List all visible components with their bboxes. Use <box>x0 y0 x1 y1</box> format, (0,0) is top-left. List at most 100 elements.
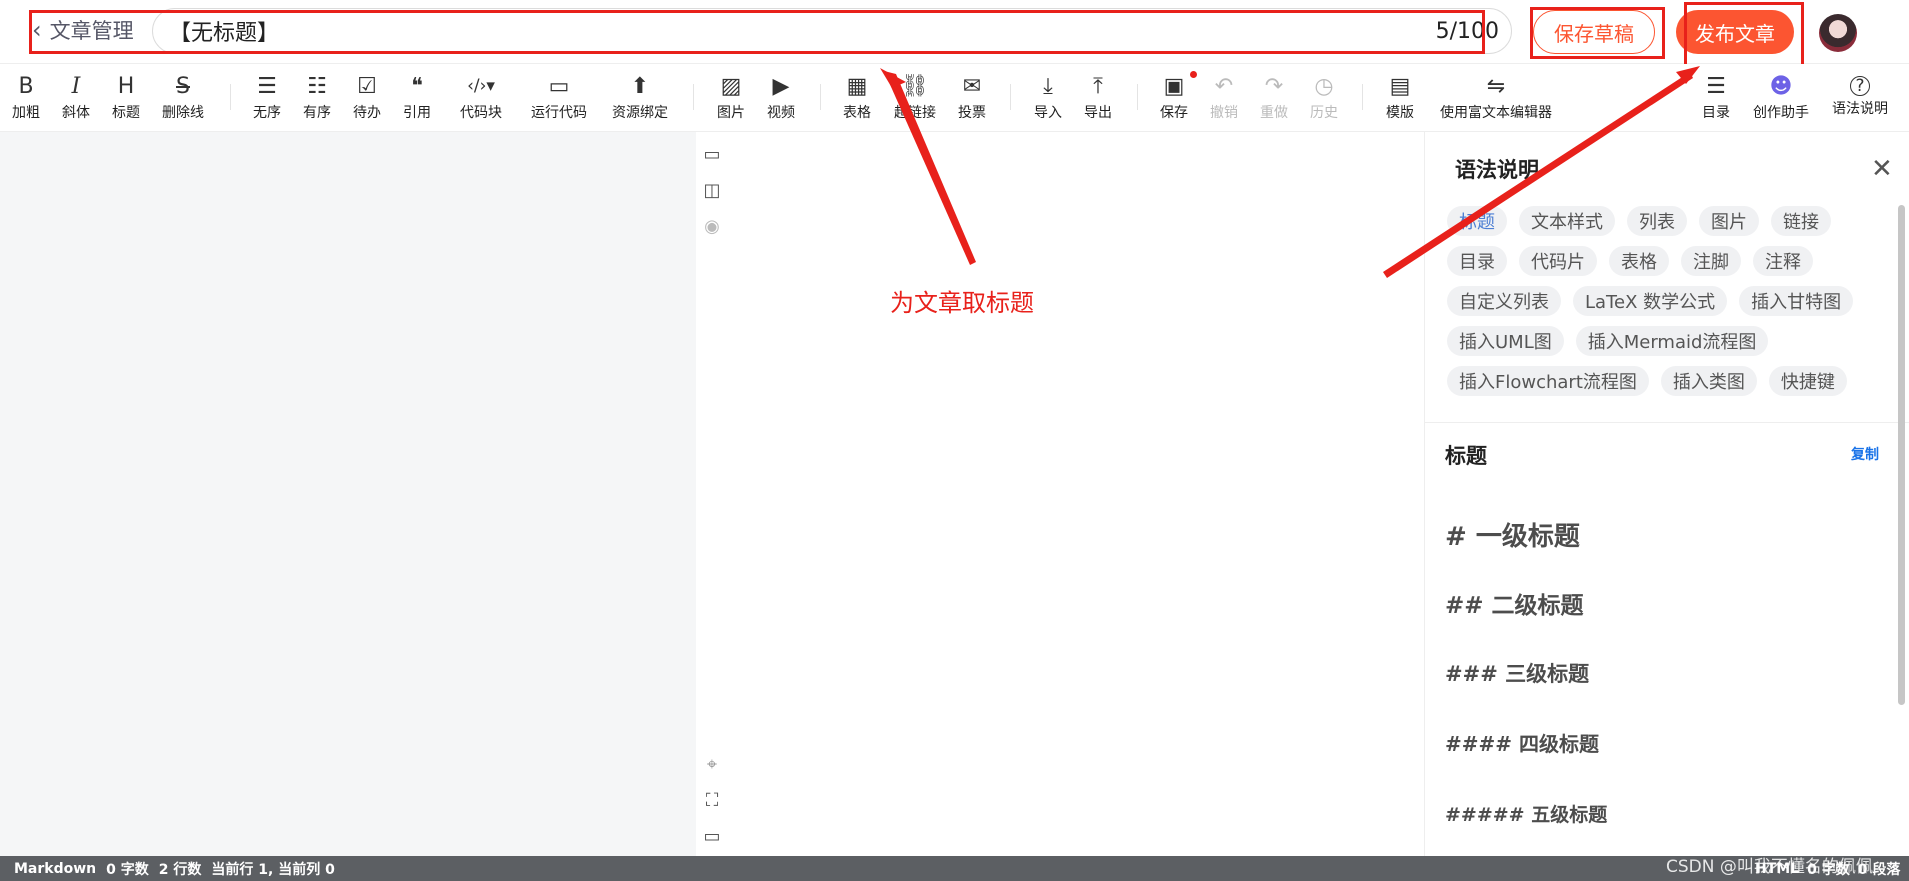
toolbar-divider <box>820 84 821 110</box>
todo-icon: ☑ <box>357 73 377 99</box>
toolbar-quote[interactable]: ❝ 引用 <box>388 72 446 122</box>
fullscreen-icon[interactable]: ⛶ <box>702 790 722 811</box>
syntax-tag[interactable]: 代码片 <box>1519 246 1597 276</box>
user-avatar[interactable] <box>1819 14 1857 52</box>
article-title-value: 【无标题】 <box>169 21 280 46</box>
ordered-list-icon: ☷ <box>307 73 327 99</box>
panel-divider <box>1425 422 1909 423</box>
video-icon: ▶ <box>772 73 790 99</box>
toolbar-export[interactable]: ⤒ 导出 <box>1069 72 1127 122</box>
toolbar-label: 历史 <box>1310 105 1338 121</box>
syntax-tag[interactable]: 链接 <box>1771 206 1831 236</box>
toolbar-toc[interactable]: ☰ 目录 <box>1687 72 1745 122</box>
heading-example-3: ### 三级标题 <box>1445 662 1590 686</box>
preview-area <box>696 132 1424 856</box>
template-icon: ▤ <box>1389 73 1411 99</box>
syntax-tag[interactable]: 列表 <box>1627 206 1687 236</box>
undo-icon: ↶ <box>1214 73 1234 99</box>
status-bar: Markdown 0 字数 2 行数 当前行 1, 当前列 0 <box>0 856 1909 881</box>
markdown-editor-area[interactable] <box>0 132 696 856</box>
eye-icon[interactable]: ◉ <box>702 216 722 237</box>
toolbar-label: 加粗 <box>12 105 40 121</box>
quote-icon: ❝ <box>411 73 423 99</box>
italic-icon: I <box>71 73 81 99</box>
toolbar-run-code[interactable]: ▭ 运行代码 <box>530 72 588 122</box>
toolbar-history[interactable]: ◷ 历史 <box>1295 72 1353 122</box>
syntax-tag[interactable]: 表格 <box>1609 246 1669 276</box>
toolbar-divider <box>1137 84 1138 110</box>
toolbar-label: 导入 <box>1034 105 1062 121</box>
import-icon: ⤓ <box>1043 73 1053 99</box>
heading-icon: H <box>117 73 135 99</box>
copy-button[interactable]: 复制 <box>1851 444 1879 464</box>
article-title-input[interactable]: 【无标题】 5/100 <box>152 8 1512 54</box>
syntax-tag[interactable]: 图片 <box>1699 206 1759 236</box>
toolbar-vote[interactable]: ✉ 投票 <box>943 72 1001 122</box>
toolbar-heading[interactable]: H 标题 <box>97 72 155 122</box>
syntax-tag[interactable]: 快捷键 <box>1768 366 1847 396</box>
syntax-tag[interactable]: LaTeX 数学公式 <box>1573 286 1728 316</box>
syntax-tag[interactable]: 插入类图 <box>1660 366 1757 396</box>
toolbar-resource-binding[interactable]: ⬆ 资源绑定 <box>611 72 669 122</box>
toolbar-writing-assistant[interactable]: ☻ 创作助手 <box>1752 72 1810 122</box>
toolbar-syntax-help[interactable]: ? 语法说明 <box>1831 72 1889 118</box>
locate-icon[interactable]: ⌖ <box>702 754 722 775</box>
syntax-tag[interactable]: 标题 <box>1447 206 1507 236</box>
robot-icon: ☻ <box>1769 73 1793 99</box>
save-draft-button[interactable]: 保存草稿 <box>1533 10 1655 54</box>
syntax-help-panel: 语法说明 ✕ 标题 文本样式 列表 图片 链接 目录 代码片 表格 注脚 注释 … <box>1424 132 1909 856</box>
chevron-left-icon: ‹ <box>32 16 42 44</box>
toolbar-code-block[interactable]: ‹/›▾ 代码块 <box>452 72 510 122</box>
toolbar-video[interactable]: ▶ 视频 <box>752 72 810 122</box>
toolbar-label: 删除线 <box>162 105 204 121</box>
toolbar-label: 无序 <box>253 105 281 121</box>
table-icon: ▦ <box>846 73 868 99</box>
publish-article-button[interactable]: 发布文章 <box>1676 10 1794 54</box>
syntax-tag[interactable]: 插入甘特图 <box>1739 286 1854 316</box>
toolbar-label: 导出 <box>1084 105 1112 121</box>
toolbar-label: 表格 <box>843 105 871 121</box>
toolbar-label: 引用 <box>403 105 431 121</box>
syntax-tag[interactable]: 插入Flowchart流程图 <box>1447 366 1649 396</box>
toolbar-table[interactable]: ▦ 表格 <box>828 72 886 122</box>
syntax-tag[interactable]: 插入UML图 <box>1447 326 1564 356</box>
status-mode: Markdown <box>14 860 97 877</box>
syntax-panel-title: 语法说明 <box>1455 158 1539 182</box>
syntax-tag[interactable]: 目录 <box>1447 246 1507 276</box>
toolbar-label: 视频 <box>767 105 795 121</box>
split-pane-icon[interactable]: ◫ <box>702 180 722 201</box>
heading-example-2: ## 二级标题 <box>1445 593 1584 619</box>
syntax-tag-list: 标题 文本样式 列表 图片 链接 目录 代码片 表格 注脚 注释 自定义列表 L… <box>1447 206 1887 396</box>
syntax-tag[interactable]: 插入Mermaid流程图 <box>1575 326 1769 356</box>
back-to-article-management[interactable]: ‹ 文章管理 <box>32 14 134 46</box>
single-pane-icon[interactable]: ▭ <box>702 144 722 165</box>
save-icon: ▣ <box>1163 73 1185 99</box>
toolbar-label: 使用富文本编辑器 <box>1440 105 1552 121</box>
toolbar-label: 超链接 <box>894 105 936 121</box>
syntax-tag[interactable]: 注脚 <box>1681 246 1741 276</box>
toolbar-label: 图片 <box>717 105 745 121</box>
toolbar-label: 代码块 <box>460 105 502 121</box>
close-icon[interactable]: ✕ <box>1871 154 1893 184</box>
heading-example-1: # 一级标题 <box>1445 522 1580 552</box>
syntax-tag[interactable]: 注释 <box>1753 246 1813 276</box>
history-icon: ◷ <box>1314 73 1334 99</box>
code-block-icon: ‹/›▾ <box>467 76 495 96</box>
toolbar-label: 创作助手 <box>1753 105 1809 121</box>
toolbar-template[interactable]: ▤ 模版 <box>1371 72 1429 122</box>
toolbar-divider <box>1362 84 1363 110</box>
syntax-tag[interactable]: 文本样式 <box>1519 206 1615 236</box>
screen-icon[interactable]: ▭ <box>702 826 722 847</box>
panel-scrollbar[interactable] <box>1898 205 1905 705</box>
toolbar-rich-text-switch[interactable]: ⇋ 使用富文本编辑器 <box>1440 72 1552 122</box>
export-icon: ⤒ <box>1093 73 1103 99</box>
status-line-count: 2 行数 <box>158 861 202 878</box>
status-cursor: 当前行 1, 当前列 0 <box>211 861 335 878</box>
status-word-count: 0 字数 <box>106 861 149 878</box>
back-label: 文章管理 <box>49 19 134 43</box>
toolbar-label: 有序 <box>303 105 331 121</box>
toolbar-strikethrough[interactable]: S 删除线 <box>154 72 212 122</box>
toolbar-hyperlink[interactable]: ⛓ 超链接 <box>886 72 944 122</box>
syntax-tag[interactable]: 自定义列表 <box>1447 286 1561 316</box>
toolbar-label: 斜体 <box>62 105 90 121</box>
